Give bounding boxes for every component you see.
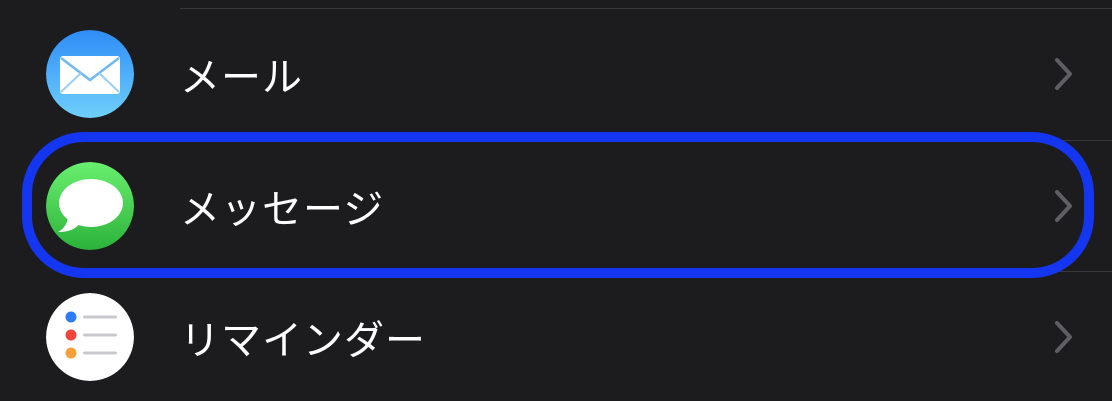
settings-app-list: メール メッセージ リマインダー <box>0 0 1112 401</box>
list-item-messages[interactable]: メッセージ <box>0 140 1112 272</box>
messages-icon <box>46 162 134 250</box>
list-item-label: メール <box>180 55 303 101</box>
list-item-label: メッセージ <box>180 187 385 233</box>
list-item-reminders[interactable]: リマインダー <box>0 271 1112 401</box>
reminders-icon <box>46 293 134 381</box>
chevron-right-icon <box>1054 189 1074 223</box>
mail-icon <box>46 30 134 118</box>
list-item-mail[interactable]: メール <box>0 8 1112 140</box>
list-item-label: リマインダー <box>180 318 426 364</box>
chevron-right-icon <box>1054 57 1074 91</box>
chevron-right-icon <box>1054 320 1074 354</box>
